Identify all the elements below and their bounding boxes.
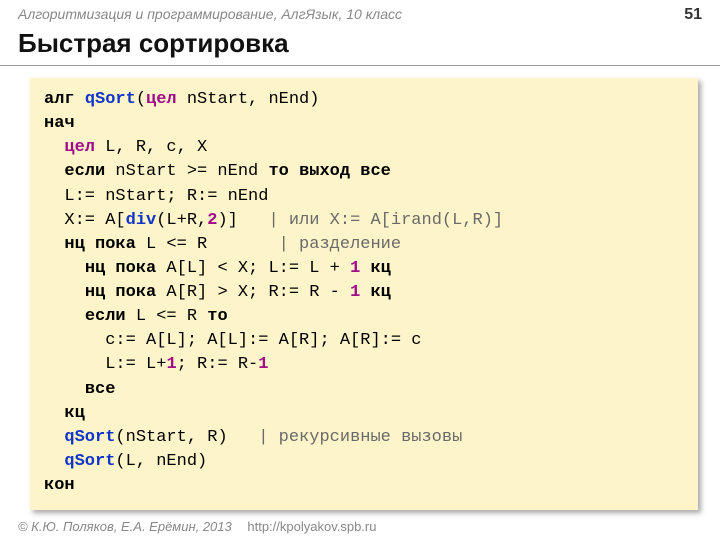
kw-alg: алг xyxy=(44,90,85,109)
args: (nStart, R) xyxy=(115,428,258,447)
kw-begin: нач xyxy=(44,114,75,133)
footer-url: http://kpolyakov.spb.ru xyxy=(247,519,376,534)
page-title: Быстрая сортировка xyxy=(0,26,720,66)
sp xyxy=(105,283,115,302)
indent xyxy=(44,428,64,447)
kw-endloop: кц xyxy=(370,259,390,278)
params: nStart, nEnd) xyxy=(177,90,320,109)
line-swap: c:= A[L]; A[L]:= A[R]; A[R]:= c xyxy=(44,331,421,350)
type-int: цел xyxy=(64,138,95,157)
line-assign: L:= nStart; R:= nEnd xyxy=(44,187,268,206)
num-1: 1 xyxy=(166,355,176,374)
mid: (L+R, xyxy=(156,211,207,230)
kw-if: если xyxy=(85,307,126,326)
indent xyxy=(44,211,64,230)
fn-qsort: qSort xyxy=(64,428,115,447)
indent xyxy=(44,355,105,374)
sp xyxy=(360,283,370,302)
kw-end: кон xyxy=(44,476,75,495)
body: A[L] < X; L:= L + xyxy=(156,259,350,278)
kw-all: все xyxy=(85,380,116,399)
cond: L <= R xyxy=(126,307,208,326)
footer: © К.Ю. Поляков, Е.А. Ерёмин, 2013 http:/… xyxy=(18,519,376,534)
comment: | рекурсивные вызовы xyxy=(258,428,462,447)
kw-exit: выход xyxy=(299,162,350,181)
kw-loop: нц xyxy=(85,259,105,278)
post: )] xyxy=(217,211,268,230)
kw-while: пока xyxy=(95,235,136,254)
indent xyxy=(44,259,85,278)
sp xyxy=(289,162,299,181)
course-label: Алгоритмизация и программирование, АлгЯз… xyxy=(18,6,402,24)
kw-endloop: кц xyxy=(370,283,390,302)
comment: | или X:= A[irand(L,R)] xyxy=(268,211,503,230)
num-1: 1 xyxy=(258,355,268,374)
indent xyxy=(44,138,64,157)
paren: ( xyxy=(136,90,146,109)
kw-while: пока xyxy=(115,259,156,278)
code-block: алг qSort(цел nStart, nEnd) нач цел L, R… xyxy=(30,78,698,510)
vars: L, R, c, X xyxy=(95,138,207,157)
kw-then: то xyxy=(268,162,288,181)
kw-if: если xyxy=(64,162,105,181)
sp xyxy=(360,259,370,278)
sp xyxy=(105,259,115,278)
mid: ; R:= R- xyxy=(177,355,259,374)
page-number: 51 xyxy=(684,6,702,24)
args: (L, nEnd) xyxy=(115,452,207,471)
sp xyxy=(350,162,360,181)
kw-while: пока xyxy=(115,283,156,302)
indent xyxy=(44,235,64,254)
kw-all: все xyxy=(360,162,391,181)
type-int: цел xyxy=(146,90,177,109)
indent xyxy=(44,404,64,423)
indent xyxy=(44,162,64,181)
copyright: © К.Ю. Поляков, Е.А. Ерёмин, 2013 xyxy=(18,519,232,534)
fn-qsort: qSort xyxy=(85,90,136,109)
sp xyxy=(85,235,95,254)
pre: L:= L+ xyxy=(105,355,166,374)
cond: L <= R xyxy=(136,235,279,254)
indent xyxy=(44,452,64,471)
kw-loop: нц xyxy=(85,283,105,302)
num-1: 1 xyxy=(350,259,360,278)
kw-loop: нц xyxy=(64,235,84,254)
kw-endloop: кц xyxy=(64,404,84,423)
fn-qsort: qSort xyxy=(64,452,115,471)
pre: X:= A[ xyxy=(64,211,125,230)
header-bar: Алгоритмизация и программирование, АлгЯз… xyxy=(0,0,720,26)
indent xyxy=(44,380,85,399)
fn-div: div xyxy=(126,211,157,230)
cond: nStart >= nEnd xyxy=(105,162,268,181)
num-1: 1 xyxy=(350,283,360,302)
indent xyxy=(44,283,85,302)
body: A[R] > X; R:= R - xyxy=(156,283,350,302)
indent xyxy=(44,307,85,326)
num-2: 2 xyxy=(207,211,217,230)
comment: | разделение xyxy=(279,235,401,254)
kw-then: то xyxy=(207,307,227,326)
